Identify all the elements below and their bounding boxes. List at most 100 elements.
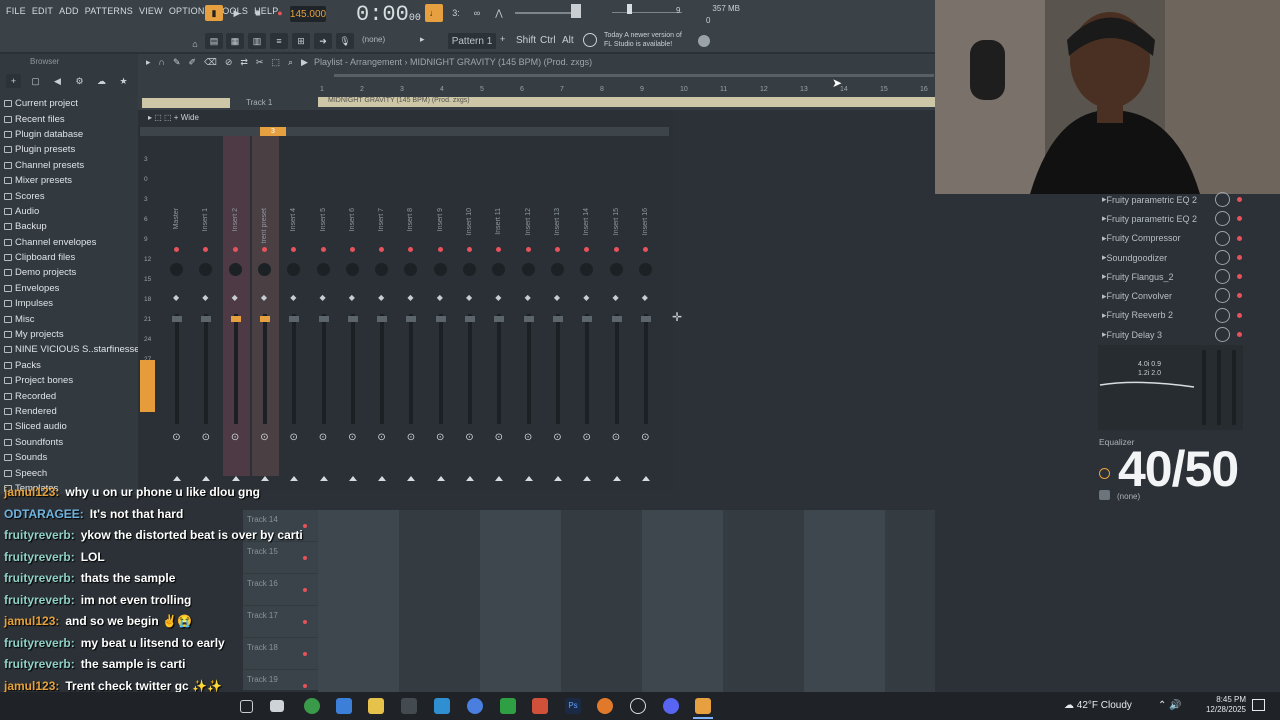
refresh-icon[interactable] (583, 33, 597, 47)
pan-knob[interactable] (287, 263, 301, 276)
effect-slot[interactable]: ▸ Fruity parametric EQ 2 (1096, 209, 1244, 228)
browser-item[interactable]: Plugin presets (4, 142, 138, 157)
mix-knob[interactable] (1215, 249, 1230, 265)
route-icon[interactable]: ⊙ (317, 433, 330, 443)
wait-icon[interactable]: 3: (447, 5, 465, 21)
effect-slot[interactable]: ▸ Soundgoodizer (1096, 248, 1244, 267)
task-view-icon[interactable] (270, 700, 284, 712)
route-icon[interactable]: ⊙ (610, 433, 623, 443)
strip-enable-led[interactable] (379, 247, 385, 252)
volume-fader[interactable] (409, 314, 414, 424)
fader-thumb[interactable] (172, 316, 182, 322)
fader-thumb[interactable] (318, 316, 329, 322)
firefox-icon[interactable] (597, 698, 613, 714)
strip-enable-led[interactable] (437, 247, 443, 252)
browser-app-icon[interactable] (467, 698, 483, 714)
star-icon[interactable]: ★ (116, 74, 131, 88)
add-pattern-icon[interactable]: + (500, 34, 505, 44)
send-arrow-icon[interactable] (612, 476, 621, 481)
browser-item[interactable]: Scores (4, 188, 138, 203)
browser-item[interactable]: Channel envelopes (4, 235, 138, 250)
pan-knob[interactable] (580, 263, 594, 276)
notification-icon[interactable] (1252, 699, 1265, 711)
forward-icon[interactable]: ➜ (314, 33, 332, 49)
stereo-icon[interactable]: ◆ (261, 294, 267, 302)
browser-item[interactable]: Channel presets (4, 158, 138, 173)
fader-thumb[interactable] (552, 316, 563, 322)
effect-enable-led[interactable] (1237, 235, 1242, 241)
mixer-strip[interactable]: Insert 12 ◆ ⊙ (516, 136, 543, 481)
mixer-strip[interactable]: Insert 16 ◆ ⊙ (633, 136, 660, 481)
mixer-strip[interactable]: Insert 4 ◆ ⊙ (281, 136, 308, 481)
browser-item[interactable]: Packs (4, 358, 138, 373)
strip-enable-led[interactable] (467, 247, 472, 252)
stereo-icon[interactable]: ◆ (320, 294, 326, 302)
time-display[interactable]: 0:0000 (356, 2, 421, 27)
mixer-strip[interactable]: Insert 9 ◆ ⊙ (428, 136, 455, 481)
menu-edit[interactable]: EDIT (32, 6, 53, 20)
stereo-icon[interactable]: ◆ (378, 294, 384, 302)
send-arrow-icon[interactable] (378, 476, 387, 481)
effect-enable-led[interactable] (1237, 274, 1242, 280)
route-icon[interactable]: ⊙ (346, 433, 359, 443)
send-arrow-icon[interactable] (436, 476, 445, 481)
pan-knob[interactable] (199, 263, 213, 276)
app-icon[interactable] (401, 698, 417, 714)
master-volume-slider[interactable] (515, 12, 575, 14)
eq-fader-2[interactable] (1217, 350, 1221, 425)
stereo-icon[interactable]: ◆ (437, 294, 443, 302)
fader-thumb[interactable] (230, 316, 241, 322)
selected-insert-number[interactable]: 3 (260, 127, 286, 136)
mixer-strip[interactable]: Insert 8 ◆ ⊙ (398, 136, 425, 481)
app-icon[interactable] (434, 698, 450, 714)
browser-item[interactable]: Mixer presets (4, 173, 138, 188)
piano-roll-icon[interactable]: ▦ (226, 33, 244, 49)
browser-item[interactable]: Clipboard files (4, 250, 138, 265)
mix-knob[interactable] (1215, 327, 1230, 343)
strip-enable-led[interactable] (408, 247, 414, 252)
route-icon[interactable]: ⊙ (434, 433, 447, 443)
send-arrow-icon[interactable] (319, 476, 328, 481)
send-arrow-icon[interactable] (260, 476, 269, 481)
volume-fader[interactable] (262, 314, 267, 424)
mixer-strip[interactable]: Insert 2 ◆ ⊙ (222, 136, 250, 481)
browser-item[interactable]: Soundfonts (4, 435, 138, 450)
send-arrow-icon[interactable] (290, 476, 299, 481)
fader-thumb[interactable] (201, 316, 212, 322)
effect-slot[interactable]: ▸ Fruity Reeverb 2 (1096, 306, 1244, 325)
photoshop-icon[interactable]: Ps (565, 698, 581, 714)
pan-knob[interactable] (433, 263, 447, 276)
browser-item[interactable]: Demo projects (4, 265, 138, 280)
browser-item[interactable]: Sliced audio (4, 419, 138, 434)
pattern-arrow-icon[interactable]: ▸ (420, 34, 425, 45)
metronome-icon[interactable]: ♩ (425, 4, 443, 22)
send-arrow-icon[interactable] (524, 476, 533, 481)
pan-knob[interactable] (521, 263, 535, 276)
browser-item[interactable]: Audio (4, 204, 138, 219)
mix-knob[interactable] (1215, 211, 1230, 227)
stereo-icon[interactable]: ◆ (407, 294, 413, 302)
menu-file[interactable]: FILE (6, 6, 26, 20)
add-icon[interactable]: + (6, 74, 21, 88)
volume-fader[interactable] (233, 314, 238, 424)
stereo-icon[interactable]: ◆ (554, 294, 560, 302)
effect-enable-led[interactable] (1237, 216, 1242, 222)
pattern-selector[interactable]: Pattern 1 (448, 33, 496, 49)
effect-enable-led[interactable] (1237, 197, 1242, 202)
stop-button[interactable]: ■ (249, 5, 267, 21)
input-icon[interactable] (1099, 468, 1110, 479)
pan-knob[interactable] (609, 263, 623, 276)
effect-slot[interactable]: ▸ Fruity Delay 3 (1096, 325, 1244, 344)
paint-icon[interactable]: ✐ (189, 57, 197, 68)
pan-knob[interactable] (228, 263, 242, 276)
mixer-strip[interactable]: Insert 7 ◆ ⊙ (369, 136, 396, 481)
effect-slot[interactable]: ▸ Fruity Compressor (1096, 229, 1244, 248)
fader-thumb[interactable] (377, 316, 388, 322)
alt-key[interactable]: Alt (562, 35, 574, 46)
stereo-icon[interactable]: ◆ (349, 294, 355, 302)
route-icon[interactable]: ⊙ (199, 433, 212, 443)
fl-studio-icon[interactable] (695, 698, 711, 714)
route-icon[interactable]: ⊙ (375, 433, 388, 443)
strip-enable-led[interactable] (291, 247, 297, 252)
loop-record-icon[interactable]: ∞ (468, 5, 486, 21)
